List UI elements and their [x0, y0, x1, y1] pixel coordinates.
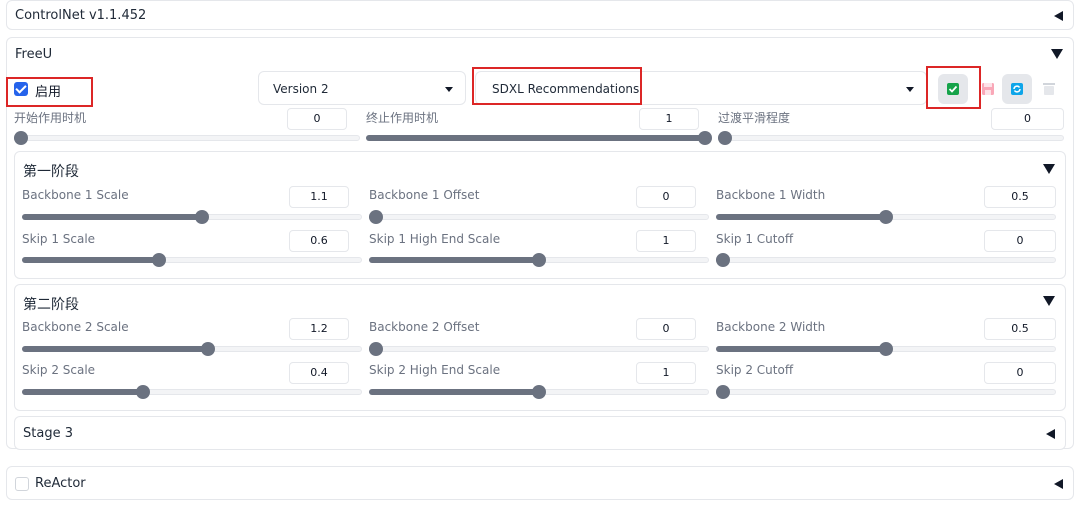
skip2-high-end-scale-label: Skip 2 High End Scale [369, 363, 501, 377]
refresh-icon [1011, 83, 1023, 95]
slider-knob[interactable] [532, 385, 546, 399]
backbone1-width-slider[interactable] [716, 210, 1056, 224]
start-timing-input[interactable]: 0 [287, 108, 347, 130]
backbone2-offset-slider[interactable] [369, 342, 709, 356]
save-icon [982, 83, 994, 95]
skip2-scale-input[interactable]: 0.4 [289, 362, 349, 384]
backbone1-offset-input[interactable]: 0 [636, 186, 696, 208]
controlnet-title: ControlNet v1.1.452 [15, 8, 147, 23]
collapse-arrow-icon[interactable] [1054, 479, 1063, 489]
collapse-arrow-icon[interactable] [1046, 429, 1055, 439]
skip1-cutoff-slider[interactable] [716, 253, 1056, 267]
skip1-scale-slider[interactable] [22, 253, 362, 267]
start-timing-label: 开始作用时机 [14, 111, 87, 125]
skip2-scale-slider[interactable] [22, 385, 362, 399]
slider-knob[interactable] [152, 253, 167, 267]
transition-smoothness-slider[interactable] [718, 131, 1064, 145]
backbone2-width-label: Backbone 2 Width [716, 320, 826, 334]
slider-knob[interactable] [879, 210, 893, 224]
dropdown-caret-icon [445, 87, 453, 92]
skip2-cutoff-slider[interactable] [716, 385, 1056, 399]
backbone1-offset-label: Backbone 1 Offset [369, 188, 480, 202]
dropdown-caret-icon [906, 87, 914, 92]
slider-knob[interactable] [716, 253, 730, 267]
reactor-panel[interactable]: ReActor [6, 466, 1074, 500]
slider-knob[interactable] [201, 342, 216, 356]
transition-smoothness-input[interactable]: 0 [991, 108, 1064, 130]
backbone2-scale-label: Backbone 2 Scale [22, 320, 129, 334]
backbone1-scale-slider[interactable] [22, 210, 362, 224]
stage2-title: 第二阶段 [23, 297, 79, 313]
stage3-title: Stage 3 [23, 426, 73, 441]
end-timing-input[interactable]: 1 [639, 108, 699, 130]
collapse-arrow-icon[interactable] [1054, 11, 1063, 21]
backbone2-width-slider[interactable] [716, 342, 1056, 356]
slider-knob[interactable] [532, 253, 546, 267]
backbone2-offset-input[interactable]: 0 [636, 318, 696, 340]
trash-icon [1043, 83, 1055, 95]
start-timing-slider[interactable] [14, 131, 360, 145]
skip2-scale-label: Skip 2 Scale [22, 363, 96, 377]
controlnet-panel[interactable]: ControlNet v1.1.452 [6, 0, 1074, 30]
reactor-enable-checkbox[interactable] [15, 477, 29, 491]
slider-knob[interactable] [369, 342, 383, 356]
skip1-cutoff-label: Skip 1 Cutoff [716, 232, 794, 246]
skip1-high-end-scale-input[interactable]: 1 [636, 230, 696, 252]
slider-knob[interactable] [698, 131, 712, 145]
save-preset-button[interactable] [973, 74, 1003, 104]
skip1-high-end-scale-slider[interactable] [369, 253, 709, 267]
reactor-title: ReActor [35, 476, 86, 491]
backbone1-width-input[interactable]: 0.5 [984, 186, 1056, 208]
backbone2-offset-label: Backbone 2 Offset [369, 320, 480, 334]
stage1-title: 第一阶段 [23, 164, 79, 180]
expand-arrow-icon[interactable] [1043, 296, 1055, 306]
backbone1-scale-input[interactable]: 1.1 [289, 186, 349, 208]
freeu-title: FreeU [15, 47, 53, 62]
skip1-scale-label: Skip 1 Scale [22, 232, 96, 246]
backbone1-offset-slider[interactable] [369, 210, 709, 224]
slider-knob[interactable] [14, 131, 28, 145]
version-select[interactable]: Version 2 [258, 71, 466, 105]
backbone2-scale-input[interactable]: 1.2 [289, 318, 349, 340]
backbone1-width-label: Backbone 1 Width [716, 188, 826, 202]
skip2-cutoff-label: Skip 2 Cutoff [716, 363, 794, 377]
skip2-high-end-scale-input[interactable]: 1 [636, 362, 696, 384]
delete-preset-button[interactable] [1034, 74, 1064, 104]
slider-knob[interactable] [879, 342, 893, 356]
skip1-scale-input[interactable]: 0.6 [289, 230, 349, 252]
skip1-high-end-scale-label: Skip 1 High End Scale [369, 232, 501, 246]
highlight-enable [6, 77, 93, 107]
backbone2-width-input[interactable]: 0.5 [984, 318, 1056, 340]
refresh-preset-button[interactable] [1002, 74, 1032, 104]
end-timing-slider[interactable] [366, 131, 712, 145]
skip1-cutoff-input[interactable]: 0 [984, 230, 1056, 252]
skip2-high-end-scale-slider[interactable] [369, 385, 709, 399]
transition-smoothness-label: 过渡平滑程度 [718, 111, 791, 125]
expand-arrow-icon[interactable] [1043, 164, 1055, 174]
slider-knob[interactable] [136, 385, 151, 399]
end-timing-label: 终止作用时机 [366, 111, 439, 125]
highlight-preset [472, 67, 642, 105]
slider-knob[interactable] [716, 385, 730, 399]
skip2-cutoff-input[interactable]: 0 [984, 362, 1056, 384]
expand-arrow-icon[interactable] [1051, 49, 1063, 59]
slider-knob[interactable] [718, 131, 732, 145]
slider-knob[interactable] [369, 210, 383, 224]
stage3-panel[interactable]: Stage 3 [14, 416, 1066, 450]
slider-knob[interactable] [194, 210, 209, 224]
backbone2-scale-slider[interactable] [22, 342, 362, 356]
backbone1-scale-label: Backbone 1 Scale [22, 188, 129, 202]
